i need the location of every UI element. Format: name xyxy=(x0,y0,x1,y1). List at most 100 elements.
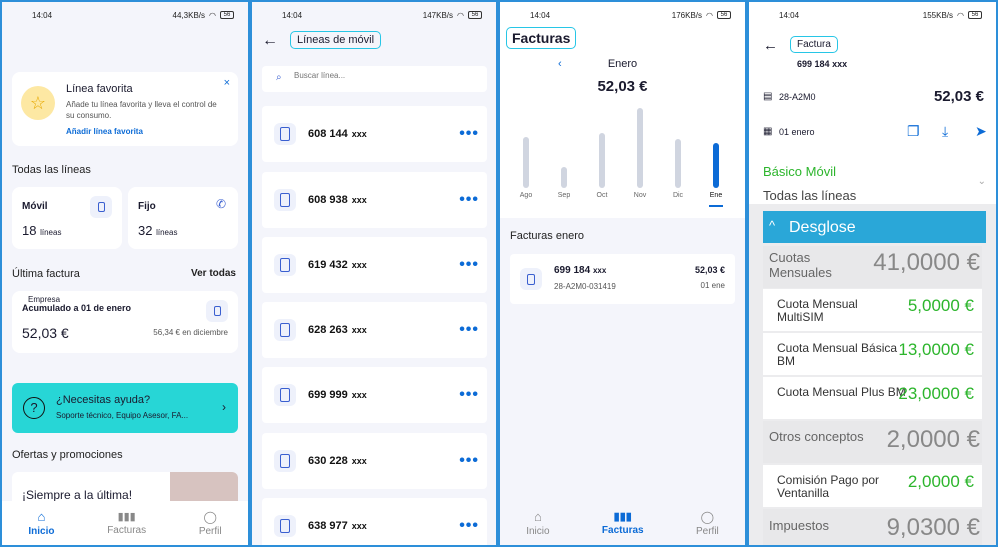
more-options-icon[interactable]: ••• xyxy=(459,125,479,143)
row-label: Cuota Mensual MultiSIM xyxy=(777,297,858,324)
wifi-icon: ◠ xyxy=(957,10,964,20)
row-value: 2,0000 € xyxy=(907,472,974,491)
line-item[interactable]: 608 938 xxx ••• xyxy=(262,172,487,228)
last-invoice-heading: Última factura xyxy=(12,268,80,280)
search-input[interactable] xyxy=(294,71,474,80)
invoice-detail-screen: 14:04 155KB/s ◠ 56 ← Factura 699 184 xxx ▤… xyxy=(747,0,998,547)
line-item[interactable]: 619 432 xxx ••• xyxy=(262,237,487,293)
more-options-icon[interactable]: ••• xyxy=(459,256,479,274)
row-value: 23,0000 € xyxy=(898,384,974,403)
more-options-icon[interactable]: ••• xyxy=(459,191,479,209)
invoice-amount: 52,03 € xyxy=(694,265,725,275)
desglose-title: Desglose xyxy=(789,219,856,236)
status-time: 14:04 xyxy=(779,10,800,20)
page-title: Facturas xyxy=(506,27,577,49)
invoice-date: 01 enero xyxy=(779,127,815,137)
tab-perfil[interactable]: ◯ Perfil xyxy=(199,510,222,537)
tab-facturas[interactable]: ▮▮▮ Facturas xyxy=(602,510,644,536)
line-item[interactable]: 628 263 xxx ••• xyxy=(262,302,487,358)
line-suffix: xxx xyxy=(351,325,367,335)
mobile-unit: líneas xyxy=(40,228,62,237)
all-lines-heading: Todas las líneas xyxy=(12,164,91,176)
see-all-link[interactable]: Ver todas xyxy=(191,268,236,279)
invoice-item[interactable]: 699 184 xxx 28-A2M0-031419 52,03 € 01 en… xyxy=(510,254,735,304)
search-field[interactable]: ⌕ xyxy=(262,66,487,92)
line-item[interactable]: 699 999 xxx ••• xyxy=(262,367,487,423)
bottom-tab-bar: ⌂ Inicio ▮▮▮ Facturas ◯ Perfil xyxy=(500,501,745,545)
line-item[interactable]: 630 228 xxx ••• xyxy=(262,433,487,489)
more-options-icon[interactable]: ••• xyxy=(459,386,479,404)
wifi-icon: ◠ xyxy=(706,10,713,20)
copy-icon[interactable]: ❐ xyxy=(907,123,920,140)
desglose-header[interactable]: ^ Desglose xyxy=(763,211,986,243)
tab-facturas[interactable]: ▮▮▮ Facturas xyxy=(107,510,146,536)
more-options-icon[interactable]: ••• xyxy=(459,517,479,535)
breakdown-row: Cuota Mensual Plus BM 23,0000 € xyxy=(763,377,982,419)
tab-label: Inicio xyxy=(526,526,550,537)
line-number: 699 999 xyxy=(308,389,348,401)
section-heading: Facturas enero xyxy=(510,230,584,242)
fixed-lines-card[interactable]: Fijo ✆ 32 líneas xyxy=(128,187,238,249)
download-icon[interactable]: ⤓ xyxy=(942,123,948,140)
chart-bar[interactable] xyxy=(561,166,567,188)
fav-title: Línea favorita xyxy=(66,83,133,95)
status-time: 14:04 xyxy=(32,10,53,20)
more-options-icon[interactable]: ••• xyxy=(459,321,479,339)
invoice-date: 01 ene xyxy=(700,281,725,290)
mobile-lines-screen: 14:04 147KB/s◠ 56 ← Líneas de móvil ⌕ 608… xyxy=(250,0,498,547)
close-icon[interactable]: × xyxy=(224,77,230,89)
all-lines-select[interactable]: Todas las líneas xyxy=(763,188,856,203)
bar-chart-icon: ▮▮▮ xyxy=(117,511,136,523)
chart-bar[interactable] xyxy=(675,139,681,188)
chart-bar[interactable] xyxy=(713,143,719,188)
phone-icon xyxy=(274,123,296,145)
more-options-icon[interactable]: ••• xyxy=(459,452,479,470)
back-arrow-icon[interactable]: ← xyxy=(763,37,778,54)
offers-heading: Ofertas y promociones xyxy=(12,449,123,461)
row-label: Cuota Mensual Básica BM xyxy=(777,341,898,368)
tab-label: Facturas xyxy=(107,525,147,536)
battery-icon: 56 xyxy=(468,11,482,19)
battery-icon: 56 xyxy=(717,11,731,19)
search-icon: ⌕ xyxy=(276,72,282,83)
breakdown-row: Otros conceptos 2,0000 € xyxy=(763,421,982,463)
tab-inicio[interactable]: ⌂ Inicio xyxy=(28,509,54,537)
line-item[interactable]: 638 977 xxx ••• xyxy=(262,498,487,545)
home-screen: 14:04 44,3KB/s ◠ 56 ☆ Línea favorita Añade… xyxy=(0,0,250,547)
landline-phone-icon: ✆ xyxy=(215,197,226,211)
chart-tick-label: Dic xyxy=(672,192,684,199)
line-suffix: xxx xyxy=(351,260,367,270)
chart-tick-label: Ene xyxy=(709,192,723,199)
status-time: 14:04 xyxy=(282,10,303,20)
line-number: 638 977 xyxy=(308,520,348,532)
status-bar: 14:04 147KB/s ◠ 56 xyxy=(252,2,496,28)
chart-bar[interactable] xyxy=(523,137,529,188)
invoice-ref: 28-A2M0-031419 xyxy=(554,282,616,291)
tab-perfil[interactable]: ◯ Perfil xyxy=(696,510,719,537)
battery-icon: 56 xyxy=(968,11,982,19)
chevron-down-icon: ⌄ xyxy=(977,176,986,187)
line-item[interactable]: 608 144 xxx ••• xyxy=(262,106,487,162)
help-banner[interactable]: ? ¿Necesitas ayuda? Soporte técnico, Equ… xyxy=(12,383,238,433)
add-favorite-link[interactable]: Añadir línea favorita xyxy=(66,127,143,136)
accumulated-label: Acumulado a 01 de enero xyxy=(22,303,132,313)
chart-bar[interactable] xyxy=(637,108,643,188)
chevron-right-icon: › xyxy=(222,400,226,414)
mobile-lines-card[interactable]: Móvil 18 líneas xyxy=(12,187,122,249)
favorite-line-card: ☆ Línea favorita Añade tu línea favorita… xyxy=(12,72,238,146)
phone-icon xyxy=(274,254,296,276)
bottom-tab-bar: ⌂ Inicio ▮▮▮ Facturas ◯ Perfil xyxy=(2,501,248,545)
document-icon: ▤ xyxy=(763,91,773,102)
battery-icon: 56 xyxy=(220,11,234,19)
line-number: 630 228 xyxy=(308,455,348,467)
chart-tick-label: Ago xyxy=(519,192,533,199)
last-invoice-card[interactable]: Empresa Acumulado a 01 de enero 52,03 € … xyxy=(12,291,238,353)
phone-icon xyxy=(274,189,296,211)
status-speed: 44,3KB/s xyxy=(172,10,206,20)
page-title: Factura xyxy=(790,36,838,53)
chart-bar[interactable] xyxy=(599,133,605,188)
back-arrow-icon[interactable]: ← xyxy=(262,32,278,50)
tab-inicio[interactable]: ⌂ Inicio xyxy=(526,509,549,537)
fav-desc: Añade tu línea favorita y lleva el contr… xyxy=(66,100,217,120)
send-icon[interactable]: ➤ xyxy=(975,123,987,140)
